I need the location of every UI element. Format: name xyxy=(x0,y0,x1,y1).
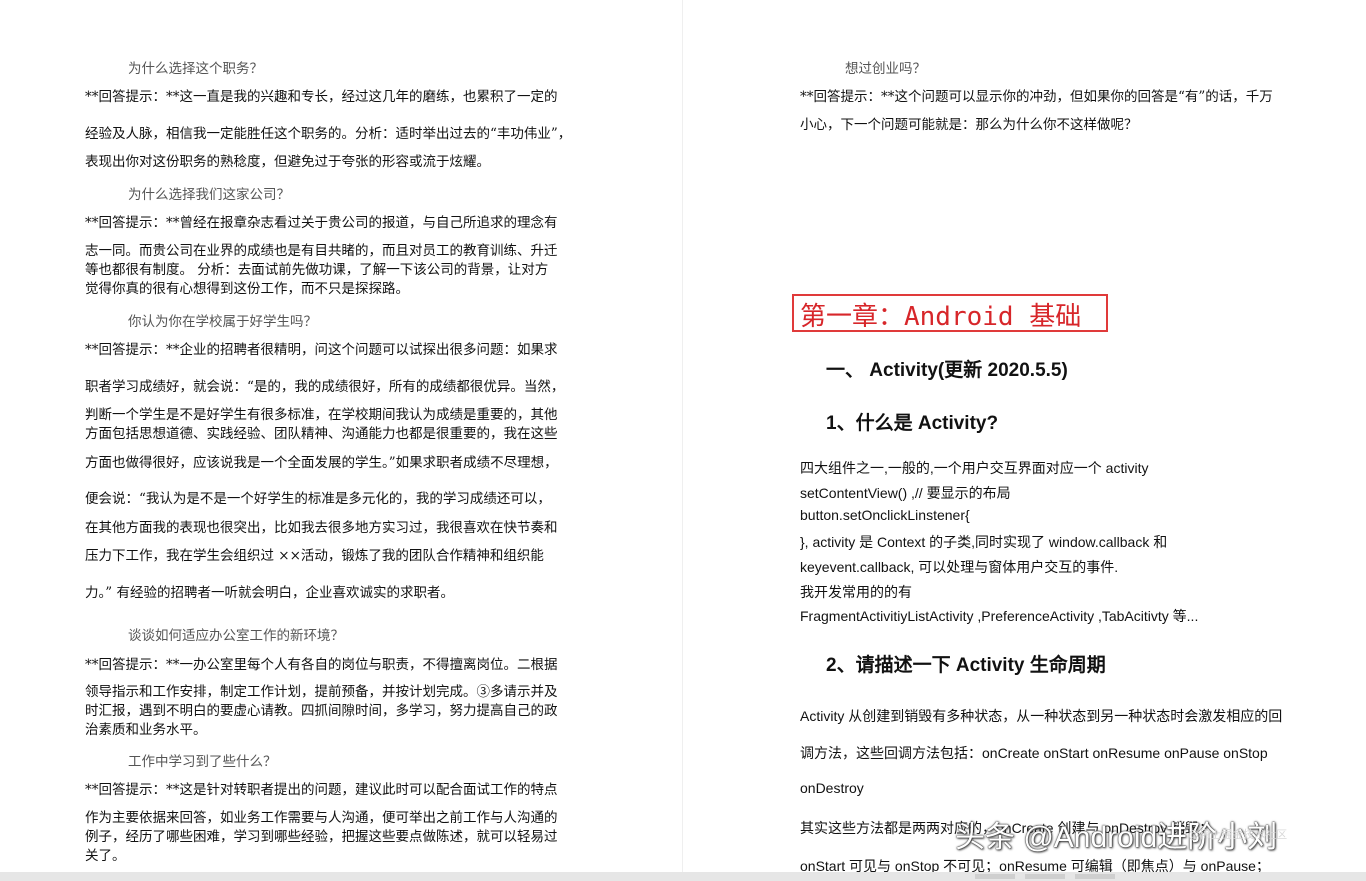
body-line: onDestroy xyxy=(800,780,864,796)
answer-line: 治素质和业务水平。 xyxy=(85,722,207,738)
answer-line: 领导指示和工作安排，制定工作计划，提前预备，并按计划完成。③多请示并及 xyxy=(85,684,558,700)
body-line: keyevent.callback, 可以处理与窗体用户交互的事件. xyxy=(800,559,1119,575)
answer-line: 关了。 xyxy=(85,848,126,864)
answer-line: 觉得你真的很有心想得到这份工作，而不只是探探路。 xyxy=(85,281,409,297)
question-heading: 为什么选择我们这家公司？ xyxy=(128,187,290,203)
answer-line: **回答提示：**一办公室里每个人有各自的岗位与职责，不得擅离岗位。二根据 xyxy=(85,657,558,673)
answer-line: 等也都很有制度。 分析：去面试前先做功课，了解一下该公司的背景，让对方 xyxy=(85,262,549,278)
question-heading: 工作中学习到了些什么？ xyxy=(128,754,277,770)
answer-line: 便会说：“我认为是不是一个好学生的标准是多元化的，我的学习成绩还可以， xyxy=(85,491,551,507)
answer-line: **回答提示：**这是针对转职者提出的问题，建议此时可以配合面试工作的特点 xyxy=(85,782,558,798)
question-heading: 谈谈如何适应办公室工作的新环境？ xyxy=(128,628,344,644)
body-line: }, activity 是 Context 的子类,同时实现了 window.c… xyxy=(800,534,1168,550)
scrollbar-segment xyxy=(1075,874,1115,879)
answer-line: 力。” 有经验的招聘者一听就会明白，企业喜欢诚实的求职者。 xyxy=(85,585,454,601)
scrollbar-segment xyxy=(1025,874,1065,879)
body-line: FragmentActivitiyListActivity ,Preferenc… xyxy=(800,608,1199,624)
answer-line: 作为主要依据来回答，如业务工作需要与人沟通，便可举出之前工作与人沟通的 xyxy=(85,810,558,826)
body-line: button.setOnclickLinstener{ xyxy=(800,507,970,523)
page-gutter xyxy=(682,0,683,881)
question-heading: 为什么选择这个职务？ xyxy=(128,61,263,77)
answer-line: 经验及人脉，相信我一定能胜任这个职务的。分析：适时举出过去的“丰功伟业”， xyxy=(85,126,572,142)
body-line: setContentView() ,// 要显示的布局 xyxy=(800,485,1011,501)
answer-line: 时汇报，遇到不明白的要虚心请教。四抓间隙时间，多学习，努力提高自己的政 xyxy=(85,703,558,719)
answer-line: 方面也做得很好，应该说我是一个全面发展的学生。”如果求职者成绩不尽理想， xyxy=(85,455,558,471)
body-line: Activity 从创建到销毁有多种状态，从一种状态到另一种状态时会激发相应的回 xyxy=(800,708,1283,724)
answer-line: **回答提示：**企业的招聘者很精明，问这个问题可以试探出很多问题：如果求 xyxy=(85,342,558,358)
section-heading: 一、 Activity(更新 2020.5.5) xyxy=(826,360,1068,381)
answer-line: 压力下工作，我在学生会组织过 ××活动，锻炼了我的团队合作精神和组织能 xyxy=(85,548,544,564)
horizontal-scrollbar[interactable] xyxy=(0,872,1366,881)
answer-line: 志一同。而贵公司在业界的成绩也是有目共睹的，而且对员工的教育训练、升迁 xyxy=(85,243,558,259)
answer-line: 职者学习成绩好，就会说：“是的，我的成绩很好，所有的成绩都很优异。当然， xyxy=(85,379,565,395)
answer-line: 判断一个学生是不是好学生有很多标准，在学校期间我认为成绩是重要的，其他 xyxy=(85,407,558,423)
question-heading: 想过创业吗？ xyxy=(845,61,926,77)
subsection-heading: 2、请描述一下 Activity 生命周期 xyxy=(826,655,1106,676)
answer-line: 小心，下一个问题可能就是：那么为什么你不这样做呢？ xyxy=(800,117,1138,133)
body-line: 四大组件之一,一般的,一个用户交互界面对应一个 activity xyxy=(800,460,1149,476)
chapter-title: 第一章：Android 基础 xyxy=(800,302,1082,332)
answer-line: 例子，经历了哪些困难，学习到哪些经验，把握这些要点做陈述，就可以轻易过 xyxy=(85,829,558,845)
answer-line: 表现出你对这份职务的熟稔度，但避免过于夸张的形容或流于炫耀。 xyxy=(85,154,490,170)
answer-line: 在其他方面我的表现也很突出，比如我去很多地方实习过，我很喜欢在快节奏和 xyxy=(85,520,558,536)
answer-line: 方面包括思想道德、实践经验、团队精神、沟通能力也都是很重要的，我在这些 xyxy=(85,426,558,442)
answer-line: **回答提示：**这一直是我的兴趣和专长，经过这几年的磨练，也累积了一定的 xyxy=(85,89,558,105)
watermark-subtext: @稀土掘金技术社区 xyxy=(1188,829,1288,841)
subsection-heading: 1、什么是 Activity? xyxy=(826,413,999,434)
question-heading: 你认为你在学校属于好学生吗？ xyxy=(128,314,317,330)
body-line: 我开发常用的的有 xyxy=(800,584,912,600)
answer-line: **回答提示：**曾经在报章杂志看过关于贵公司的报道，与自己所追求的理念有 xyxy=(85,215,558,231)
body-line: 调方法，这些回调方法包括：onCreate onStart onResume o… xyxy=(800,745,1268,761)
answer-line: **回答提示：**这个问题可以显示你的冲劲，但如果你的回答是“有”的话，千万 xyxy=(800,89,1273,105)
scrollbar-segment xyxy=(975,874,1015,879)
